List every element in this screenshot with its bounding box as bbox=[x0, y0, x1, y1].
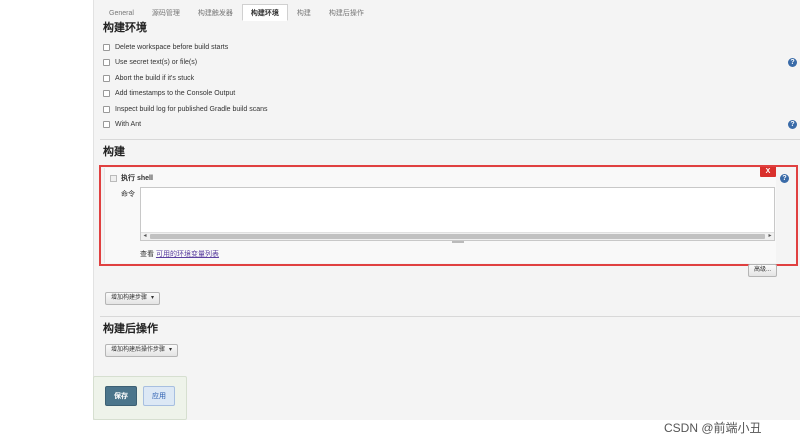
option-label: With Ant bbox=[115, 120, 142, 128]
post-build-title: 构建后操作 bbox=[103, 323, 158, 335]
tab-build[interactable]: 构建 bbox=[287, 4, 320, 21]
caret-down-icon: ▾ bbox=[151, 295, 155, 301]
highlight-box bbox=[99, 165, 798, 266]
save-button[interactable]: 保存 bbox=[105, 386, 137, 406]
checkbox[interactable] bbox=[103, 43, 110, 51]
add-build-step-button[interactable]: 增加构建步骤 ▾ bbox=[105, 292, 161, 305]
option-label: Inspect build log for published Gradle b… bbox=[115, 105, 268, 113]
build-title: 构建 bbox=[103, 146, 125, 158]
section-divider bbox=[100, 139, 800, 140]
option-timestamps[interactable]: Add timestamps to the Console Output bbox=[103, 87, 235, 99]
option-with-ant[interactable]: With Ant bbox=[103, 118, 141, 130]
tab-post-build[interactable]: 构建后操作 bbox=[319, 4, 373, 21]
help-icon[interactable]: ? bbox=[788, 120, 797, 129]
build-env-title: 构建环境 bbox=[103, 22, 147, 34]
option-label: Use secret text(s) or file(s) bbox=[115, 58, 198, 66]
jenkins-config-page: General 源码管理 构建触发器 构建环境 构建 构建后操作 构建环境 De… bbox=[0, 0, 800, 438]
tab-build-environment[interactable]: 构建环境 bbox=[241, 4, 288, 21]
add-build-step-label: 增加构建步骤 bbox=[111, 295, 148, 301]
option-label: Abort the build if it's stuck bbox=[115, 74, 195, 82]
tab-build-triggers[interactable]: 构建触发器 bbox=[188, 4, 242, 21]
advanced-button[interactable]: 高级... bbox=[748, 264, 778, 277]
add-post-build-step-button[interactable]: 增加构建后操作步骤 ▾ bbox=[105, 344, 179, 357]
apply-button[interactable]: 应用 bbox=[143, 386, 175, 406]
option-abort-stuck[interactable]: Abort the build if it's stuck bbox=[103, 72, 194, 84]
section-divider bbox=[100, 316, 800, 317]
option-delete-workspace[interactable]: Delete workspace before build starts bbox=[103, 41, 228, 53]
checkbox[interactable] bbox=[103, 89, 110, 97]
caret-down-icon: ▾ bbox=[169, 347, 173, 353]
checkbox[interactable] bbox=[103, 74, 110, 82]
checkbox[interactable] bbox=[103, 58, 110, 66]
option-gradle-scans[interactable]: Inspect build log for published Gradle b… bbox=[103, 103, 268, 115]
advanced-label: 高级... bbox=[754, 267, 772, 273]
option-secret-text[interactable]: Use secret text(s) or file(s) bbox=[103, 56, 197, 68]
help-icon[interactable]: ? bbox=[788, 58, 797, 67]
watermark: CSDN @前端小丑 bbox=[664, 421, 762, 435]
checkbox[interactable] bbox=[103, 105, 110, 113]
tab-source-control[interactable]: 源码管理 bbox=[142, 4, 189, 21]
checkbox[interactable] bbox=[103, 120, 110, 128]
option-label: Add timestamps to the Console Output bbox=[115, 89, 236, 97]
option-label: Delete workspace before build starts bbox=[115, 43, 229, 51]
add-post-build-step-label: 增加构建后操作步骤 bbox=[111, 347, 166, 353]
